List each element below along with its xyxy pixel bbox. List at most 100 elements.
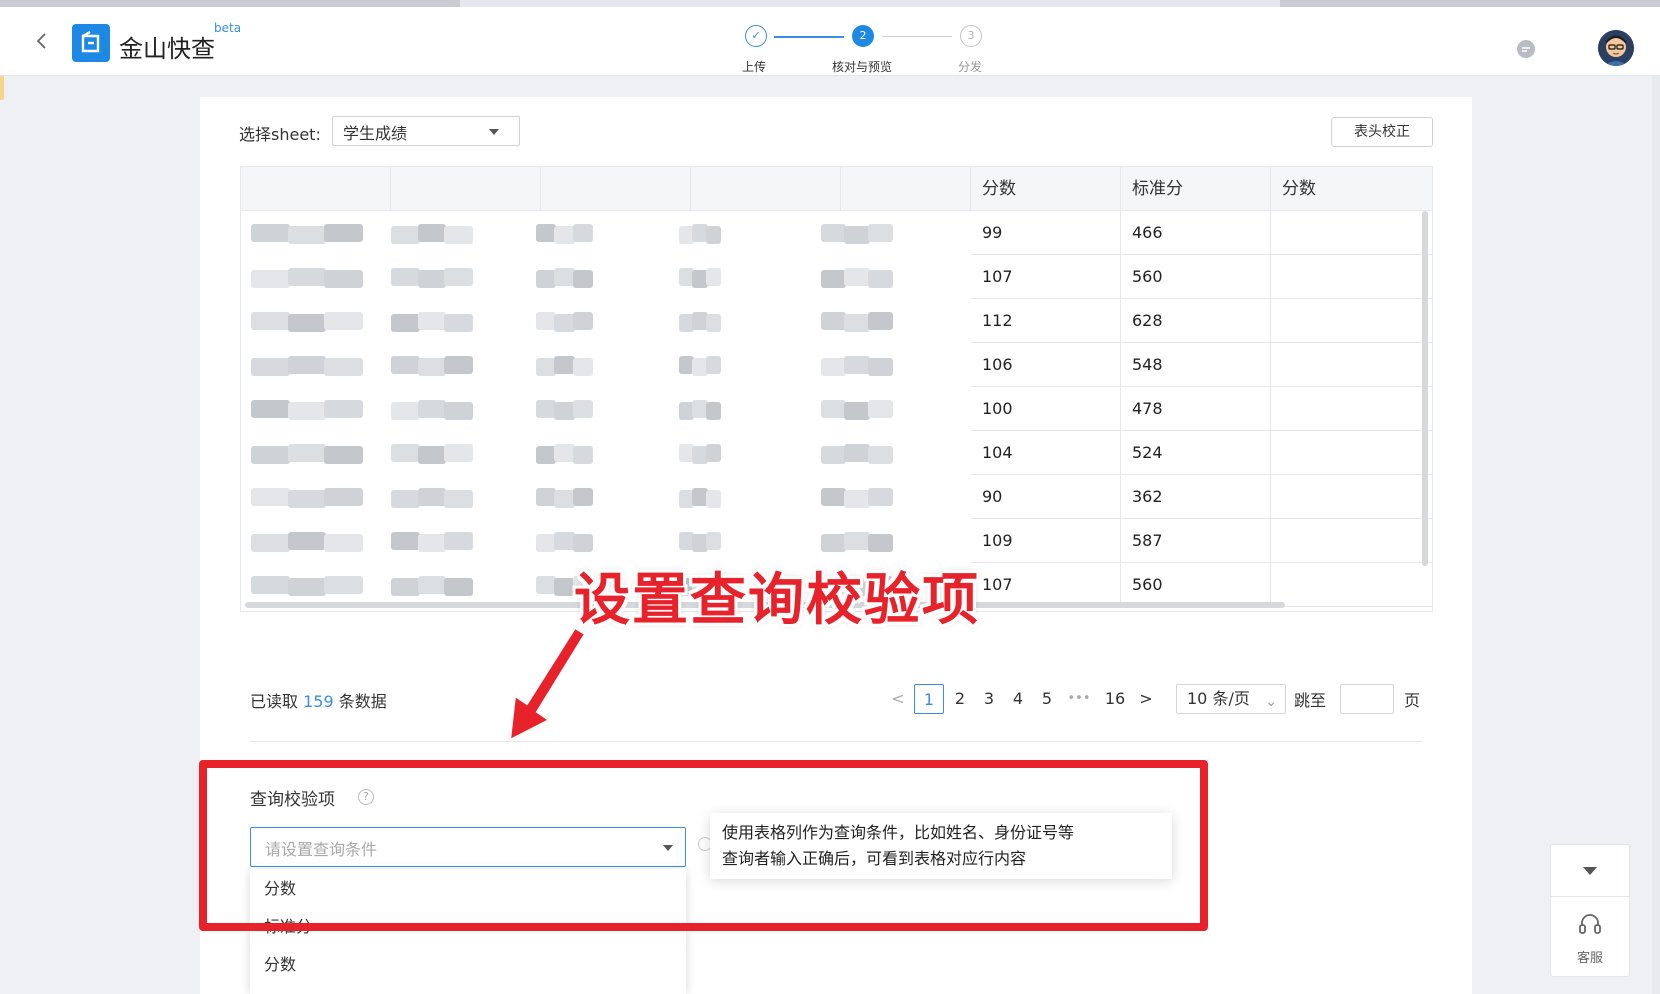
next-page-icon[interactable]: > — [1138, 684, 1154, 714]
step-3-indicator: 3 — [960, 25, 982, 47]
jump-to-label: 跳至 — [1294, 691, 1327, 710]
blurred-cell-block — [705, 268, 721, 286]
blurred-cell-block — [572, 488, 593, 506]
blurred-cell-block — [251, 224, 290, 242]
table-cell: 104 — [971, 431, 1121, 475]
user-avatar[interactable] — [1598, 30, 1634, 66]
blurred-cell-block — [572, 224, 593, 242]
sheet-select[interactable]: 学生成绩 — [332, 116, 520, 146]
step-2-label: 核对与预览 — [832, 60, 893, 74]
blurred-cell-block — [705, 314, 721, 332]
blurred-cell-block — [251, 488, 290, 506]
blurred-cell-block — [705, 532, 721, 550]
blurred-cell-block — [251, 534, 290, 552]
caret-down-icon — [489, 129, 499, 135]
table-header-standard-score: 标准分 — [1121, 167, 1271, 211]
table-header-cell — [241, 167, 391, 211]
blurred-cell-block — [391, 578, 420, 596]
blurred-cell-block — [391, 268, 420, 286]
blurred-cell-block — [287, 226, 327, 244]
blurred-cell-block — [554, 402, 575, 420]
table-row: 90 362 — [971, 475, 1432, 519]
blurred-cell-block — [554, 444, 575, 462]
blurred-cell-block — [391, 532, 420, 550]
blurred-cell-block — [324, 224, 363, 242]
blurred-cell-block — [867, 358, 893, 376]
customer-service-button[interactable]: 客服 — [1551, 897, 1629, 977]
table-row: 100 478 — [971, 387, 1432, 431]
blurred-cell-block — [554, 490, 575, 508]
blurred-cell-block — [444, 402, 473, 420]
header-correction-button[interactable]: 表头校正 — [1331, 117, 1433, 147]
table-cell: 466 — [1121, 211, 1271, 255]
blurred-cell-block — [867, 270, 893, 288]
table-cell — [1271, 255, 1432, 299]
table-header-row: 分数 标准分 分数 — [241, 167, 1432, 211]
table-row: 106 548 — [971, 343, 1432, 387]
page-button-3[interactable]: 3 — [979, 684, 999, 714]
page-button-4[interactable]: 4 — [1008, 684, 1028, 714]
table-cell — [1271, 211, 1432, 255]
blurred-cell-block — [572, 312, 593, 330]
blurred-cell-block — [251, 400, 290, 418]
blurred-cell-block — [536, 446, 557, 464]
table-header-score-2: 分数 — [1282, 179, 1316, 199]
page-scrollbar[interactable] — [1652, 76, 1660, 994]
page-button-16[interactable]: 16 — [1102, 684, 1128, 714]
section-divider — [250, 741, 1422, 742]
blurred-cell-block — [821, 270, 847, 288]
customer-service-label: 客服 — [1576, 951, 1603, 966]
table-header-cell — [541, 167, 691, 211]
collapse-toggle-button[interactable] — [1551, 845, 1629, 897]
page-button-5[interactable]: 5 — [1037, 684, 1057, 714]
page-button-2[interactable]: 2 — [950, 684, 970, 714]
step-1-label: 上传 — [742, 60, 767, 74]
blurred-cell-block — [444, 314, 473, 332]
table-cell: 362 — [1121, 475, 1271, 519]
table-cell: 106 — [971, 343, 1121, 387]
back-chevron-icon[interactable] — [30, 29, 54, 53]
chevron-down-icon: ⌄ — [1265, 694, 1277, 710]
blurred-cell-block — [536, 576, 557, 594]
table-cell: 107 — [971, 255, 1121, 299]
blurred-cell-block — [444, 444, 473, 462]
blurred-cell-block — [844, 444, 870, 462]
blurred-cell-block — [417, 224, 447, 242]
table-row: 112 628 — [971, 299, 1432, 343]
chat-bubble-icon[interactable] — [1515, 38, 1537, 60]
blurred-cell-block — [444, 268, 473, 286]
blurred-cell-block — [536, 358, 557, 376]
blurred-cell-block — [251, 358, 290, 376]
blurred-cell-block — [324, 400, 363, 418]
blurred-cell-block — [554, 226, 575, 244]
read-count-suffix: 条数据 — [338, 692, 387, 711]
step-connector-pending — [882, 36, 952, 37]
page-size-select[interactable]: 10 条/页 ⌄ — [1176, 684, 1286, 714]
blurred-cell-block — [417, 400, 447, 418]
table-cell: 628 — [1121, 299, 1271, 343]
blurred-cell-block — [867, 488, 893, 506]
page-size-value: 10 条/页 — [1187, 689, 1250, 708]
jump-page-input[interactable] — [1340, 684, 1394, 714]
blurred-cell-block — [572, 446, 593, 464]
sheet-select-label: 选择sheet: — [239, 125, 321, 144]
table-cell — [1271, 343, 1432, 387]
blurred-cell-block — [324, 576, 363, 594]
blurred-cell-block — [444, 226, 473, 244]
blurred-cell-block — [417, 312, 447, 330]
page-button-1[interactable]: 1 — [914, 684, 944, 714]
blurred-cell-block — [324, 270, 363, 288]
prev-page-icon[interactable]: < — [890, 684, 906, 714]
read-count-number: 159 — [303, 692, 334, 711]
blurred-cell-block — [554, 356, 575, 374]
table-row: 109 587 — [971, 519, 1432, 563]
table-cell — [1271, 519, 1432, 563]
blurred-cell-block — [417, 488, 447, 506]
vertical-scrollbar[interactable] — [1422, 211, 1428, 566]
dropdown-option-score-2[interactable]: 分数 — [250, 945, 686, 985]
blurred-cell-block — [536, 400, 557, 418]
page-ellipsis[interactable]: ••• — [1064, 684, 1094, 714]
table-cell: 478 — [1121, 387, 1271, 431]
sheet-select-value: 学生成绩 — [343, 124, 408, 143]
blurred-cell-block — [705, 490, 721, 508]
